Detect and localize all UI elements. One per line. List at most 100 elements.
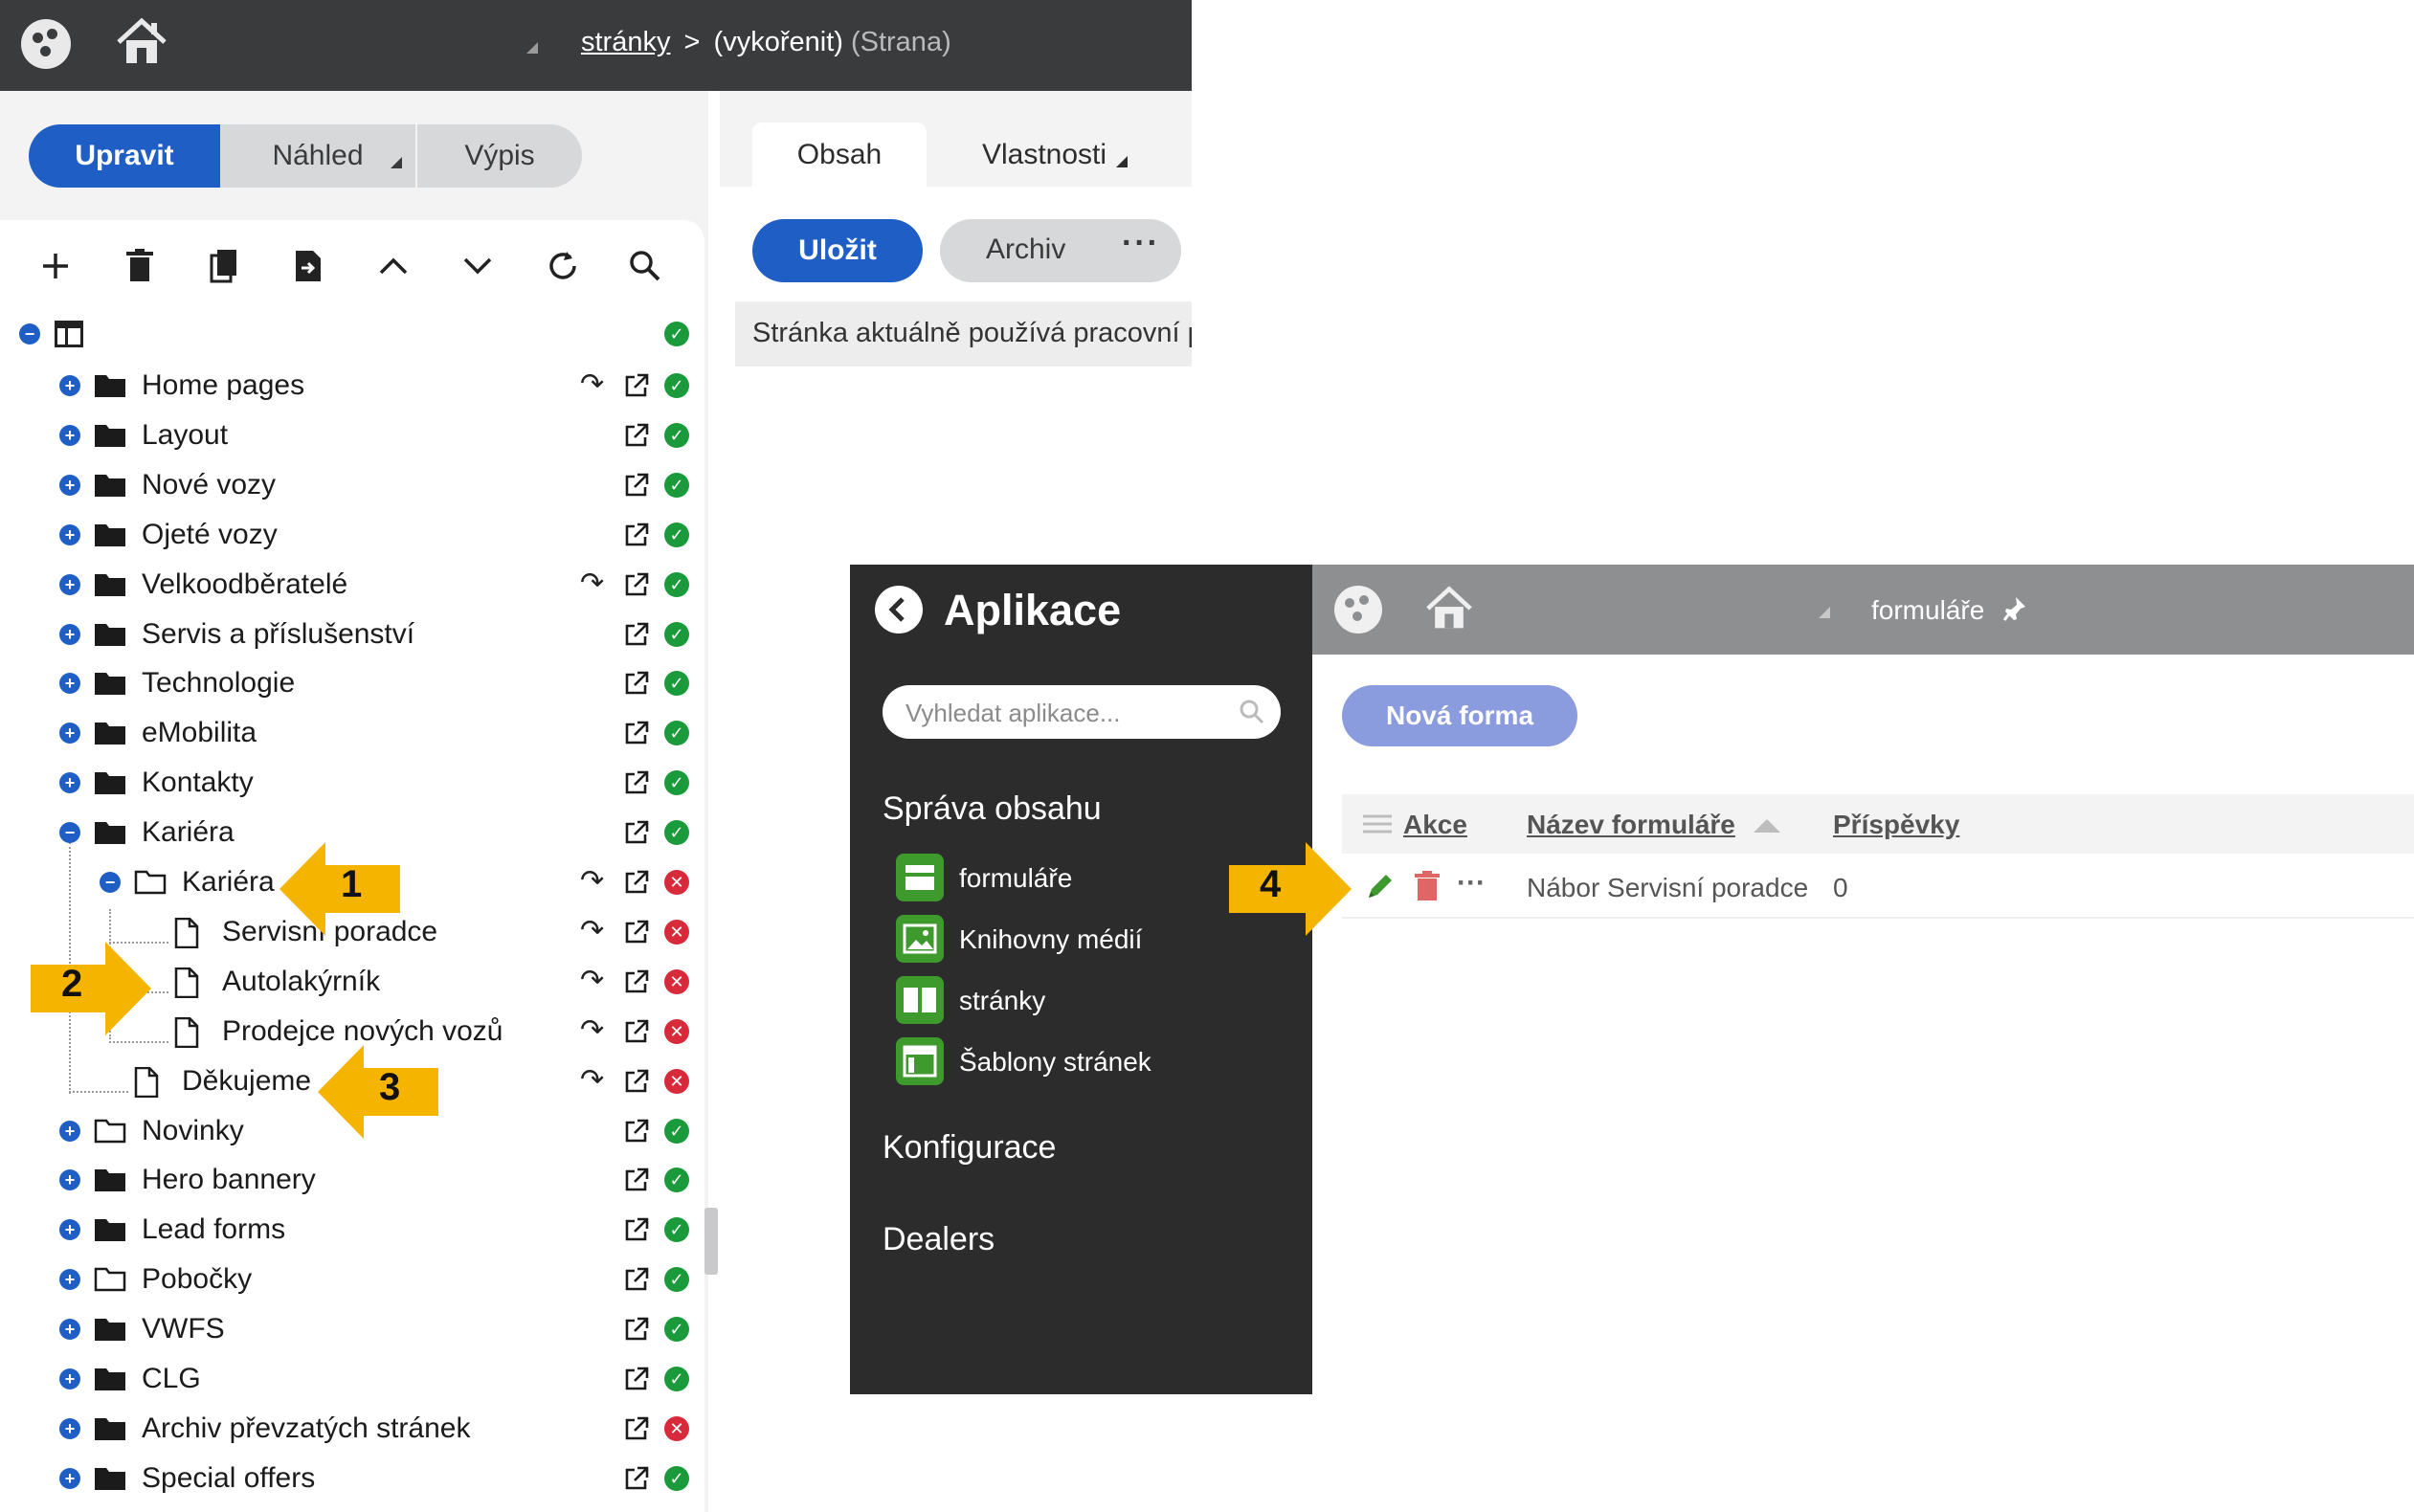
home-icon[interactable] [1424, 584, 1474, 636]
app-logo-icon[interactable] [1334, 586, 1382, 634]
open-external-icon[interactable] [624, 473, 649, 502]
expand-icon[interactable]: + [59, 772, 80, 793]
expand-icon[interactable]: + [59, 1418, 80, 1439]
open-external-icon[interactable] [624, 1267, 649, 1297]
expand-icon[interactable]: + [59, 1468, 80, 1489]
tree-item[interactable]: + Lead forms ✓ [0, 1208, 708, 1256]
apps-search-icon[interactable] [1239, 699, 1265, 730]
tree-item[interactable]: + eMobilita ✓ [0, 711, 708, 759]
breadcrumb-caret-icon[interactable] [1819, 607, 1830, 618]
save-button[interactable]: Uložit [752, 219, 923, 282]
collapse-icon[interactable]: − [100, 872, 121, 893]
open-external-icon[interactable] [624, 969, 649, 999]
move-up-icon[interactable] [372, 245, 414, 287]
open-external-icon[interactable] [624, 1416, 649, 1446]
more-icon[interactable]: ··· [1457, 867, 1486, 900]
open-external-icon[interactable] [624, 1367, 649, 1396]
expand-icon[interactable]: + [59, 524, 80, 545]
home-icon[interactable] [115, 15, 168, 72]
open-external-icon[interactable] [624, 1019, 649, 1049]
tab-content[interactable]: Obsah [752, 122, 927, 188]
open-external-icon[interactable] [624, 622, 649, 652]
open-external-icon[interactable] [624, 820, 649, 850]
copy-icon[interactable] [203, 245, 245, 287]
expand-icon[interactable]: + [59, 673, 80, 694]
open-external-icon[interactable] [624, 423, 649, 453]
breadcrumb-caret-icon[interactable] [526, 42, 538, 54]
open-external-icon[interactable] [624, 671, 649, 700]
sort-asc-icon[interactable] [1754, 819, 1780, 833]
open-external-icon[interactable] [624, 1069, 649, 1099]
expand-icon[interactable]: + [59, 1269, 80, 1290]
tree-item[interactable]: + Ojeté vozy ✓ [0, 513, 708, 561]
section-dealers[interactable]: Dealers [883, 1221, 995, 1258]
tree-item[interactable]: + Servis a příslušenství ✓ [0, 612, 708, 660]
tree-item[interactable]: + Velkoodběratelé ↷ ✓ [0, 563, 708, 611]
tree-root[interactable]: − ✓ [0, 312, 708, 360]
expand-icon[interactable]: + [59, 425, 80, 446]
expand-icon[interactable]: + [59, 1121, 80, 1142]
open-external-icon[interactable] [624, 1217, 649, 1247]
tree-item[interactable]: + Layout ✓ [0, 413, 708, 461]
breadcrumb-link[interactable]: stránky [581, 27, 670, 57]
tree-item[interactable]: + Hero bannery ✓ [0, 1158, 708, 1206]
section-content-management[interactable]: Správa obsahu [883, 790, 1102, 828]
tree-item[interactable]: + Archiv převzatých stránek ✕ [0, 1407, 708, 1455]
back-icon[interactable] [875, 586, 923, 634]
open-external-icon[interactable] [624, 920, 649, 949]
column-settings-icon[interactable] [1363, 813, 1392, 839]
tree-item[interactable]: + Home pages ↷ ✓ [0, 364, 708, 411]
open-external-icon[interactable] [624, 1466, 649, 1496]
column-submissions[interactable]: Příspěvky [1833, 810, 1959, 840]
open-external-icon[interactable] [624, 572, 649, 602]
expand-icon[interactable]: + [59, 1368, 80, 1390]
move-down-icon[interactable] [457, 245, 499, 287]
expand-icon[interactable]: + [59, 723, 80, 744]
search-icon[interactable] [624, 245, 666, 287]
edit-icon[interactable] [1365, 871, 1396, 906]
expand-icon[interactable]: + [59, 624, 80, 645]
add-icon[interactable] [34, 245, 77, 287]
open-external-icon[interactable] [624, 1317, 649, 1346]
section-configuration[interactable]: Konfigurace [883, 1129, 1056, 1167]
tree-item[interactable]: + Nové vozy ✓ [0, 463, 708, 511]
expand-icon[interactable]: + [59, 475, 80, 496]
collapse-icon[interactable]: − [19, 323, 40, 345]
open-external-icon[interactable] [624, 721, 649, 750]
open-external-icon[interactable] [624, 373, 649, 403]
open-external-icon[interactable] [624, 1119, 649, 1148]
tree-item[interactable]: + CLG ✓ [0, 1357, 708, 1405]
open-external-icon[interactable] [624, 870, 649, 900]
pin-icon[interactable] [2002, 595, 2027, 627]
tree-item[interactable]: + Kontakty ✓ [0, 761, 708, 809]
open-external-icon[interactable] [624, 770, 649, 800]
tree-item[interactable]: + Technologie ✓ [0, 661, 708, 709]
tab-properties[interactable]: Vlastnosti [950, 122, 1160, 188]
move-icon[interactable] [287, 245, 329, 287]
open-external-icon[interactable] [624, 523, 649, 552]
more-icon[interactable]: ··· [1122, 225, 1160, 262]
expand-icon[interactable]: + [59, 375, 80, 396]
tree-item[interactable]: + Pobočky ✓ [0, 1257, 708, 1305]
preview-button[interactable]: Náhled [220, 124, 415, 188]
apps-search-input[interactable]: Vyhledat aplikace... [883, 685, 1281, 739]
column-form-name[interactable]: Název formuláře [1527, 810, 1735, 840]
delete-icon[interactable] [1415, 871, 1440, 906]
archive-button[interactable]: Archiv ··· [940, 219, 1181, 282]
tree-item[interactable]: + Special offers ✓ [0, 1456, 708, 1504]
open-external-icon[interactable] [624, 1167, 649, 1197]
published-icon: ✓ [664, 721, 689, 745]
expand-icon[interactable]: + [59, 1219, 80, 1240]
list-button[interactable]: Výpis [415, 124, 582, 188]
expand-icon[interactable]: + [59, 574, 80, 595]
collapse-icon[interactable]: − [59, 822, 80, 843]
new-form-button[interactable]: Nová forma [1342, 685, 1577, 746]
expand-icon[interactable]: + [59, 1319, 80, 1340]
expand-icon[interactable]: + [59, 1169, 80, 1190]
refresh-icon[interactable] [542, 245, 584, 287]
tree-item[interactable]: + VWFS ✓ [0, 1307, 708, 1355]
edit-button[interactable]: Upravit [29, 124, 220, 188]
app-logo-icon[interactable] [21, 19, 71, 69]
delete-icon[interactable] [119, 245, 161, 287]
column-actions[interactable]: Akce [1403, 810, 1467, 840]
